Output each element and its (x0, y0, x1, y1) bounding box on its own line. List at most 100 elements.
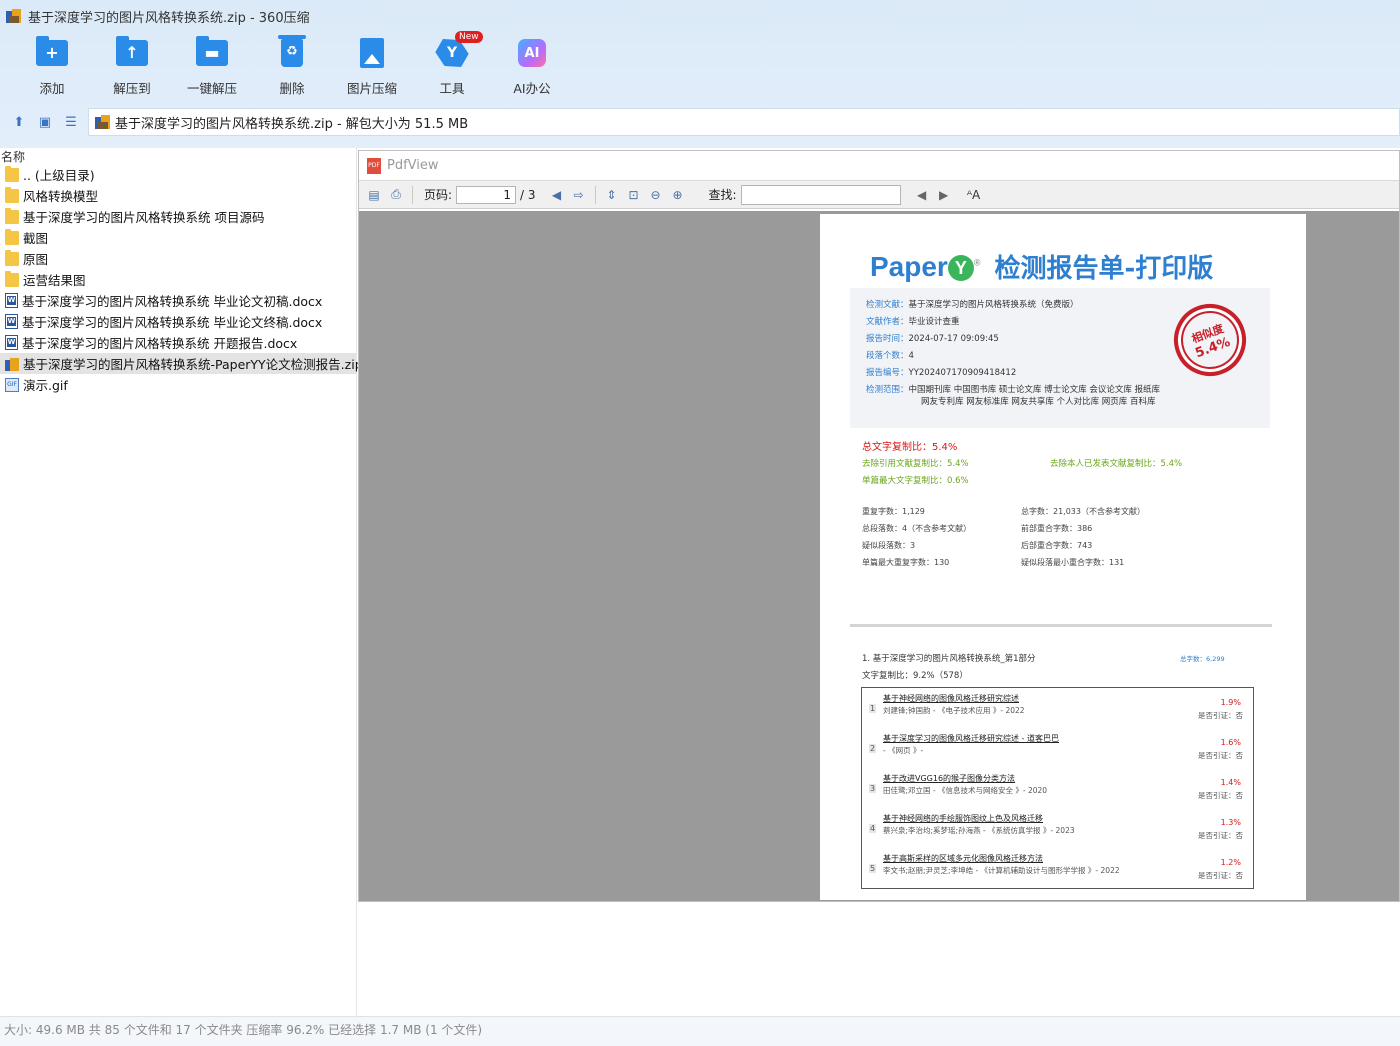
pdf-viewer: PDF PdfView ▤ ⎙ 页码: 1 / 3 ◀ ⇨ ⇕ ⊡ ⊖ ⊕ 查找… (358, 150, 1400, 902)
word-doc-icon: W (5, 293, 18, 308)
stat-right: 疑似段落最小重合字数：131 (1021, 558, 1125, 567)
tools-icon: Y New (435, 31, 483, 70)
image-compress-label: 图片压缩 (346, 81, 397, 96)
section-divider (850, 624, 1272, 627)
list-item[interactable]: 基于深度学习的图片风格转换系统 项目源码 (0, 206, 356, 227)
list-view-icon[interactable]: ☰ (58, 110, 84, 134)
pdf-page: Paper Y ® 检测报告单-打印版 检测文献：基于深度学习的图片风格转换系统（免… (820, 214, 1306, 900)
similar-doc: 5 基于高斯采样的区域多元化图像风格迁移方法 李文书;赵朋;尹灵芝;李坤皓 - … (869, 854, 1243, 880)
folder-icon (5, 228, 19, 245)
status-bar: 大小: 49.6 MB 共 85 个文件和 17 个文件夹 压缩率 96.2% … (0, 1016, 1400, 1046)
address-bar[interactable]: 基于深度学习的图片风格转换系统.zip - 解包大小为 51.5 MB (88, 108, 1400, 136)
folder-icon (5, 249, 19, 266)
list-item[interactable]: 截图 (0, 227, 356, 248)
find-prev-icon[interactable]: ◀ (913, 186, 931, 204)
paperyy-logo: Paper Y ® (870, 250, 981, 282)
open-file-icon[interactable]: ▤ (365, 186, 383, 204)
folder-icon (5, 270, 19, 287)
list-item[interactable]: 原图 (0, 248, 356, 269)
list-item[interactable]: GIF 演示.gif (0, 374, 356, 395)
stat-left: 疑似段落数：3 (862, 541, 916, 550)
info-line: 文献作者：毕业设计查重 (866, 317, 960, 327)
viewer-toolbar: ▤ ⎙ 页码: 1 / 3 ◀ ⇨ ⇕ ⊡ ⊖ ⊕ 查找: ◀ ▶ ᴬA (359, 181, 1399, 209)
up-arrow-icon[interactable]: ⬆ (6, 110, 32, 134)
top-bar: 基于深度学习的图片风格转换系统.zip - 360压缩 + 添加 ↑ 解压到 ▬… (0, 0, 1400, 148)
info-line: 报告时间：2024-07-17 09:09:45 (866, 334, 999, 344)
viewer-title-bar: PDF PdfView (359, 151, 1399, 181)
total-copy-ratio: 总文字复制比：5.4% (862, 442, 958, 453)
similar-doc: 3 基于改进VGG16的猴子图像分类方法 田佳鹭;邓立国 - 《信息技术与网络安… (869, 774, 1243, 800)
list-item[interactable]: W 基于深度学习的图片风格转换系统 毕业论文终稿.docx (0, 311, 356, 332)
extract-to-label: 解压到 (113, 81, 151, 96)
next-page-icon[interactable]: ⇨ (570, 186, 588, 204)
single-max-ratio: 单篇最大文字复制比：0.6% (862, 476, 969, 486)
viewer-canvas[interactable]: Paper Y ® 检测报告单-打印版 检测文献：基于深度学习的图片风格转换系统（免… (359, 211, 1399, 901)
extract-to-button[interactable]: ↑ 解压到 (92, 36, 172, 97)
new-badge: New (455, 31, 483, 43)
ai-office-button[interactable]: AI AI办公 (492, 36, 572, 97)
find-next-icon[interactable]: ▶ (935, 186, 953, 204)
one-click-extract-label: 一键解压 (186, 81, 237, 96)
section-total: 总字数：6,299 (1180, 655, 1225, 663)
stat-left: 重复字数：1,129 (862, 507, 925, 516)
image-compress-button[interactable]: 图片压缩 (332, 36, 412, 97)
similar-docs-table: 1 基于神经网络的图像风格迁移研究综述 刘建锋;钟国韵 - 《电子技术应用 》-… (861, 687, 1254, 889)
folder-icon (5, 186, 19, 203)
column-header-name[interactable]: 名称 (0, 148, 356, 164)
title-bar: 基于深度学习的图片风格转换系统.zip - 360压缩 (6, 7, 310, 26)
stat-right: 后部重合字数：743 (1021, 541, 1093, 550)
ai-office-label: AI办公 (513, 81, 551, 96)
fit-width-icon[interactable]: ⇕ (603, 186, 621, 204)
word-doc-icon: W (5, 335, 18, 350)
add-button[interactable]: + 添加 (12, 36, 92, 97)
report-info-box: 检测文献：基于深度学习的图片风格转换系统（免费版） 文献作者：毕业设计查重 报告… (850, 288, 1270, 428)
list-item-selected[interactable]: 基于深度学习的图片风格转换系统-PaperYY论文检测报告.zip (0, 353, 363, 374)
main-toolbar: + 添加 ↑ 解压到 ▬ 一键解压 ♻ 删除 图片压缩 Y New 工具 AI (12, 31, 572, 97)
similar-doc: 4 基于神经网络的手绘服饰图纹上色及风格迁移 蔡兴泉;李治均;奚梦瑶;孙海燕 -… (869, 814, 1243, 840)
toolbar-divider (594, 185, 596, 204)
list-item[interactable]: 风格转换模型 (0, 185, 356, 206)
info-line: 报告编号：YY202407170909418412 (866, 368, 1017, 378)
list-item[interactable]: W 基于深度学习的图片风格转换系统 毕业论文初稿.docx (0, 290, 356, 311)
list-item[interactable]: W 基于深度学习的图片风格转换系统 开题报告.docx (0, 332, 356, 353)
address-row: ⬆ ▣ ☰ 基于深度学习的图片风格转换系统.zip - 解包大小为 51.5 M… (0, 108, 1400, 136)
info-line: 段落个数：4 (866, 351, 914, 361)
print-icon[interactable]: ⎙ (387, 186, 405, 204)
window-title: 基于深度学习的图片风格转换系统.zip - 360压缩 (28, 10, 310, 26)
zoom-out-icon[interactable]: ⊖ (647, 186, 665, 204)
list-item[interactable]: .. (上级目录) (0, 164, 356, 185)
toolbar-divider (412, 185, 413, 204)
one-click-extract-button[interactable]: ▬ 一键解压 (172, 36, 252, 97)
folder-icon (5, 165, 19, 182)
zip-file-icon (5, 357, 19, 371)
exclude-cite-ratio: 去除引用文献复制比：5.4% (862, 459, 969, 469)
exclude-self-ratio: 去除本人已发表文献复制比：5.4% (1050, 459, 1183, 469)
delete-label: 删除 (279, 81, 305, 96)
info-line: 网友专利库 网友标准库 网友共享库 个人对比库 网页库 百科库 (921, 397, 1156, 407)
stat-right: 总字数：21,033（不含参考文献） (1021, 507, 1145, 516)
tools-button[interactable]: Y New 工具 (412, 31, 492, 97)
list-item[interactable]: 运营结果图 (0, 269, 356, 290)
prev-page-icon[interactable]: ◀ (548, 186, 566, 204)
fit-page-icon[interactable]: ⊡ (625, 186, 643, 204)
section-rate: 文字复制比：9.2%（578） (862, 671, 968, 681)
add-label: 添加 (39, 81, 65, 96)
word-doc-icon: W (5, 314, 18, 329)
stat-right: 前部重合字数：386 (1021, 524, 1093, 533)
find-input[interactable] (740, 184, 901, 205)
find-label: 查找: (708, 188, 737, 202)
report-header: Paper Y ® 检测报告单-打印版 (870, 248, 1213, 285)
page-number-input[interactable]: 1 (456, 185, 517, 204)
zoom-in-icon[interactable]: ⊕ (669, 186, 687, 204)
match-case-icon[interactable]: ᴬA (965, 186, 983, 204)
delete-button[interactable]: ♻ 删除 (252, 35, 332, 97)
similarity-stamp: 相似度 5.4% (1163, 293, 1257, 387)
add-folder-icon: + (35, 36, 69, 70)
folder-icon (5, 207, 19, 224)
thumbnail-view-icon[interactable]: ▣ (32, 110, 58, 134)
similar-doc: 2 基于深度学习的图像风格迁移研究综述 - 道客巴巴 - 《网页 》- 1.6%… (869, 734, 1243, 760)
page-total: / 3 (520, 187, 536, 202)
stat-left: 总段落数：4（不含参考文献） (862, 524, 972, 533)
zip-archive-icon (95, 114, 111, 130)
pdf-icon: PDF (367, 157, 381, 174)
